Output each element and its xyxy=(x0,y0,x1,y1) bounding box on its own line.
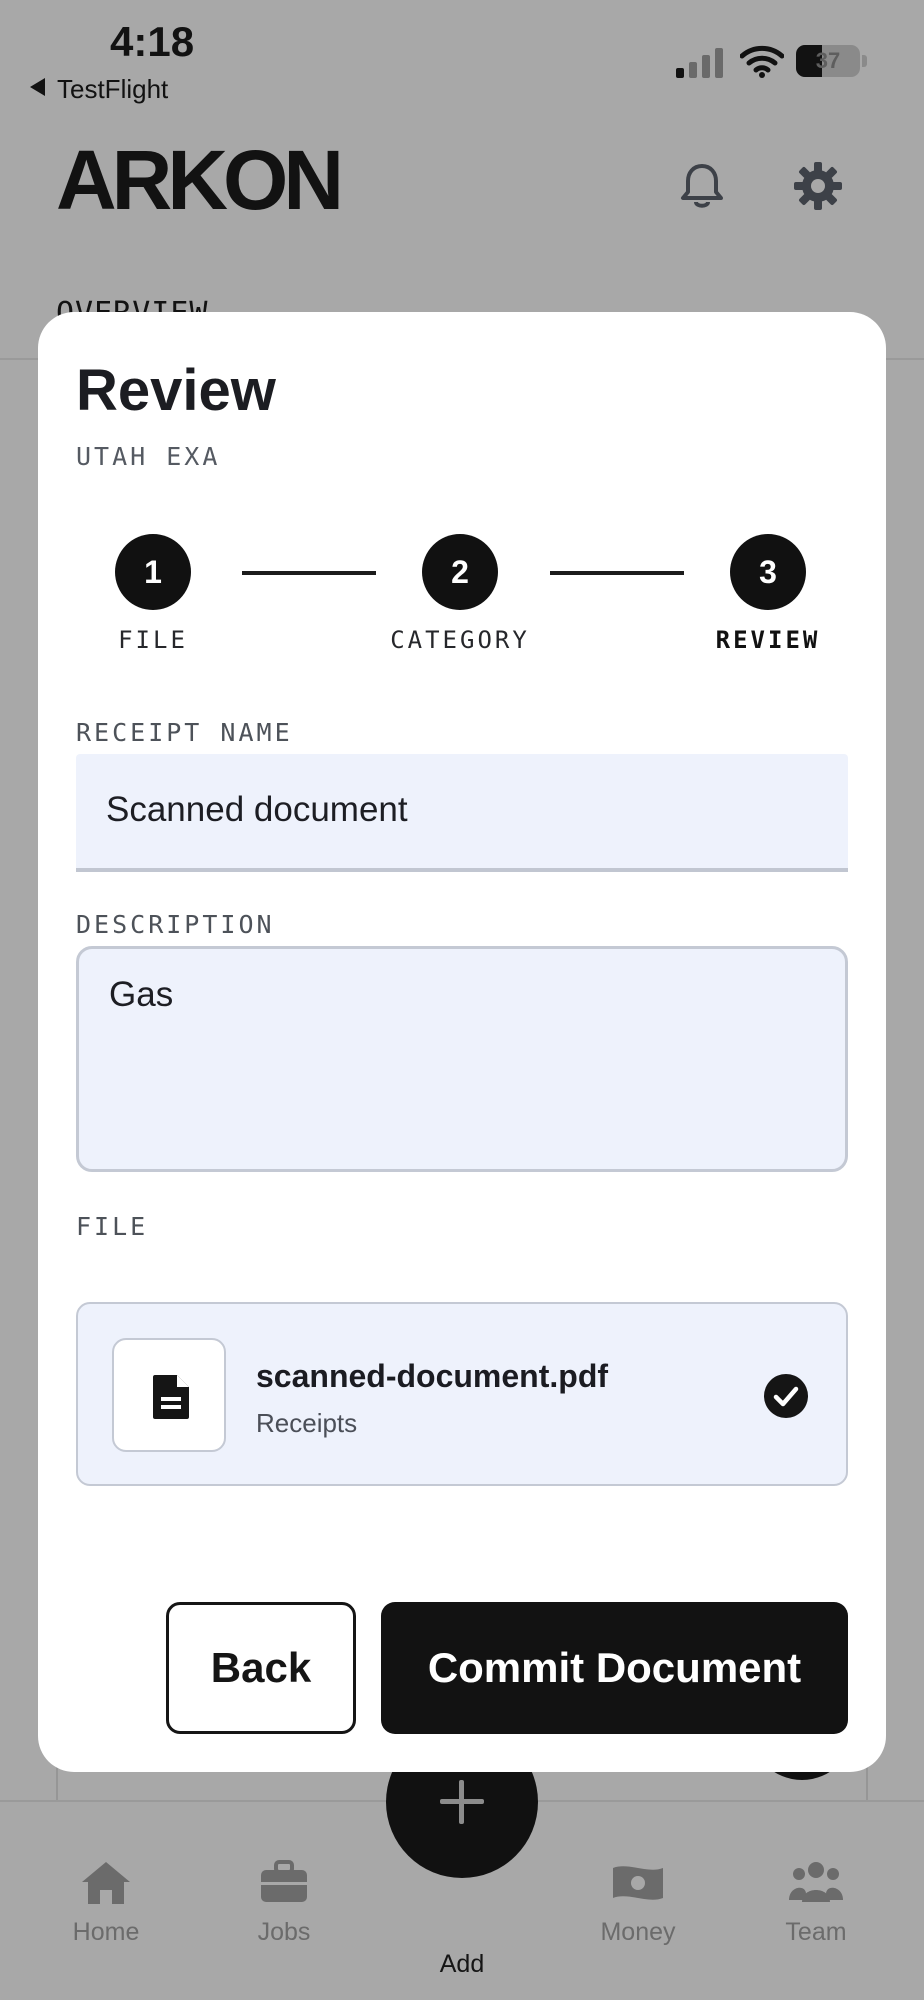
step-label: REVIEW xyxy=(715,626,821,654)
briefcase-icon xyxy=(261,1860,307,1902)
modal-subtitle: UTAH EXA xyxy=(76,442,221,471)
step-number: 2 xyxy=(422,534,498,610)
step-review: 3 REVIEW xyxy=(688,534,848,654)
tab-add[interactable]: Add xyxy=(392,1938,532,1979)
tab-home-label: Home xyxy=(72,1918,140,1946)
cellular-signal-icon xyxy=(676,46,724,78)
tab-team-label: Team xyxy=(785,1918,847,1946)
description-label: DESCRIPTION xyxy=(76,910,275,939)
tab-add-label: Add xyxy=(439,1950,485,1978)
step-label: CATEGORY xyxy=(390,626,530,654)
battery-level: 37 xyxy=(815,48,841,73)
gear-icon[interactable] xyxy=(792,160,844,212)
description-textarea[interactable]: Gas xyxy=(76,946,848,1172)
step-connector xyxy=(550,571,684,575)
tab-money[interactable]: Money xyxy=(568,1858,708,1947)
back-app-label: TestFlight xyxy=(57,74,169,104)
step-file: 1 FILE xyxy=(73,534,233,654)
money-icon xyxy=(613,1866,663,1900)
step-number: 1 xyxy=(115,534,191,610)
tab-home[interactable]: Home xyxy=(36,1858,176,1947)
file-card[interactable]: scanned-document.pdf Receipts xyxy=(76,1302,848,1486)
team-icon xyxy=(789,1862,843,1902)
tab-jobs-label: Jobs xyxy=(257,1918,311,1946)
review-modal: Review UTAH EXA 1 FILE 2 CATEGORY 3 REVI… xyxy=(38,312,886,1772)
step-number: 3 xyxy=(730,534,806,610)
app-logo: ARKON xyxy=(56,133,344,227)
check-circle-icon xyxy=(764,1374,808,1418)
tab-jobs[interactable]: Jobs xyxy=(214,1858,354,1947)
tab-team[interactable]: Team xyxy=(746,1858,886,1947)
document-icon xyxy=(153,1375,189,1419)
step-connector xyxy=(242,571,376,575)
step-category: 2 CATEGORY xyxy=(380,534,540,654)
battery-icon: 37 xyxy=(796,45,860,77)
file-category: Receipts xyxy=(256,1408,358,1438)
status-bar: 4:18 TestFlight 37 xyxy=(0,0,924,110)
receipt-name-input[interactable]: Scanned document xyxy=(76,754,848,872)
file-label: FILE xyxy=(76,1212,149,1241)
tab-money-label: Money xyxy=(600,1918,676,1946)
modal-title: Review xyxy=(76,358,276,423)
commit-document-button[interactable]: Commit Document xyxy=(381,1602,848,1734)
bell-icon[interactable] xyxy=(676,160,728,212)
step-label: FILE xyxy=(118,626,188,654)
back-button[interactable]: Back xyxy=(166,1602,356,1734)
home-icon xyxy=(82,1862,130,1904)
file-name: scanned-document.pdf xyxy=(256,1358,609,1394)
wifi-icon xyxy=(740,45,784,78)
receipt-name-label: RECEIPT NAME xyxy=(76,718,293,747)
back-arrow-icon xyxy=(30,78,45,96)
file-thumbnail xyxy=(112,1338,226,1452)
status-time: 4:18 xyxy=(110,18,195,65)
back-to-app-link[interactable]: TestFlight xyxy=(30,74,168,105)
